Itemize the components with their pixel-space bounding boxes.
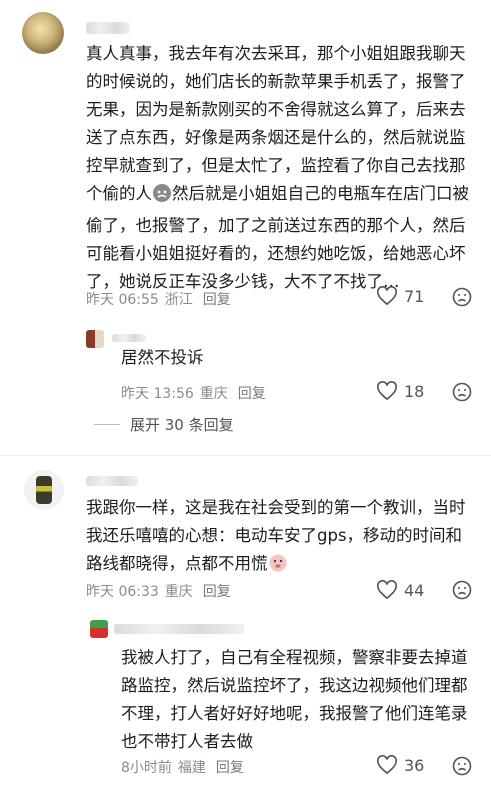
pig-face-emoji-icon	[268, 553, 288, 582]
frown-face-icon	[452, 756, 472, 776]
heart-icon	[377, 580, 397, 600]
username-blurred[interactable]	[86, 476, 138, 486]
comment-text: 真人真事，我去年有次去采耳，那个小姐姐跟我聊天的时候说的，她们店长的新款苹果手机…	[86, 44, 469, 291]
dislike-button[interactable]	[452, 382, 472, 406]
heart-icon	[377, 381, 397, 401]
timestamp: 8小时前	[121, 760, 172, 776]
like-button[interactable]: 44	[376, 580, 424, 600]
comment-meta: 昨天 13:56 重庆 回复	[121, 383, 272, 403]
like-button[interactable]: 18	[376, 381, 424, 401]
reply-1: 居然不投诉 昨天 13:56 重庆 回复 18	[0, 318, 491, 418]
sweat-emoji-icon	[152, 183, 172, 212]
expand-replies-label: 展开 30 条回复	[130, 416, 234, 434]
comment-meta: 昨天 06:33 重庆 回复	[86, 581, 237, 601]
frown-face-icon	[452, 580, 472, 600]
frown-face-icon	[452, 287, 472, 307]
divider	[0, 455, 491, 456]
username-blurred[interactable]	[112, 334, 146, 342]
timestamp: 昨天 06:33	[86, 584, 159, 600]
avatar[interactable]	[90, 620, 108, 638]
username-blurred[interactable]	[114, 624, 244, 634]
expand-line	[94, 424, 120, 425]
location: 重庆	[164, 584, 193, 600]
like-count: 36	[404, 755, 425, 775]
comment-2: 我跟你一样，这是我在社会受到的第一个教训，当时我还乐嘻嘻的心想：电动车安了gps…	[0, 458, 491, 608]
like-button[interactable]: 36	[376, 755, 424, 775]
frown-face-icon	[452, 382, 472, 402]
avatar[interactable]	[24, 470, 64, 510]
comment-1: 真人真事，我去年有次去采耳，那个小姐姐跟我聊天的时候说的，她们店长的新款苹果手机…	[0, 0, 491, 330]
like-count: 44	[404, 580, 425, 600]
avatar[interactable]	[86, 330, 104, 348]
comment-text: 居然不投诉	[121, 348, 204, 367]
dislike-button[interactable]	[452, 287, 472, 311]
avatar[interactable]	[22, 12, 64, 54]
timestamp: 昨天 13:56	[121, 386, 194, 402]
reply-button[interactable]: 回复	[203, 292, 231, 308]
comment-text: 我跟你一样，这是我在社会受到的第一个教训，当时我还乐嘻嘻的心想：电动车安了gps…	[86, 494, 476, 582]
username-blurred[interactable]	[86, 22, 130, 34]
location: 重庆	[199, 386, 228, 402]
dislike-button[interactable]	[452, 756, 472, 780]
reply-button[interactable]: 回复	[203, 584, 231, 600]
like-count: 71	[404, 286, 425, 306]
timestamp: 昨天 06:55	[86, 292, 159, 308]
like-count: 18	[404, 381, 425, 401]
heart-icon	[377, 286, 397, 306]
location: 浙江	[164, 292, 193, 308]
dislike-button[interactable]	[452, 580, 472, 604]
comment-meta: 昨天 06:55 浙江 回复	[86, 289, 237, 309]
expand-replies-button[interactable]: 展开 30 条回复	[94, 414, 234, 435]
reply-button[interactable]: 回复	[216, 760, 244, 776]
reply-button[interactable]: 回复	[238, 386, 266, 402]
comment-meta: 8小时前 福建 回复	[121, 757, 250, 777]
location: 福建	[177, 760, 206, 776]
like-button[interactable]: 71	[376, 286, 424, 306]
heart-icon	[377, 755, 397, 775]
comment-text: 我被人打了，自己有全程视频，警察非要去掉道路监控，然后说监控坏了，我这边视频他们…	[121, 648, 468, 751]
reply-2: 我被人打了，自己有全程视频，警察非要去掉道路监控，然后说监控坏了，我这边视频他们…	[0, 612, 491, 800]
